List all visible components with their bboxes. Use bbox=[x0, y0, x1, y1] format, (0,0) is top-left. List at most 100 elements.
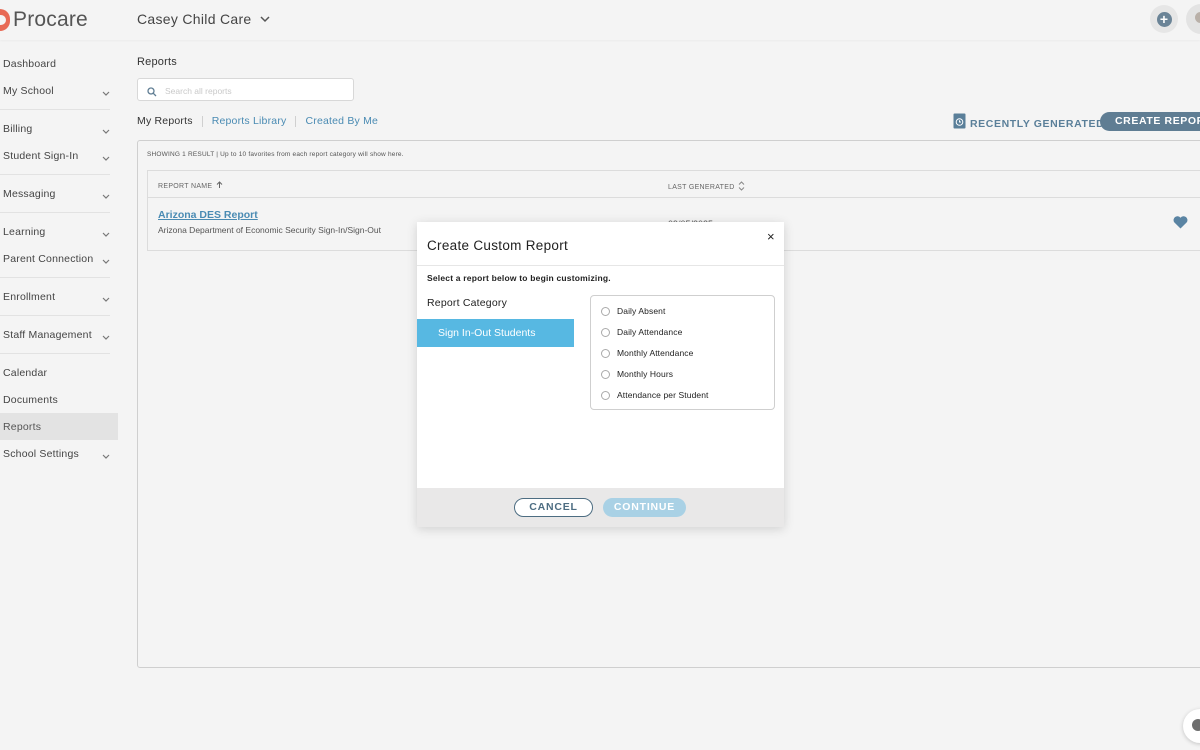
tab-separator bbox=[295, 115, 297, 127]
column-header-label: LAST GENERATED bbox=[668, 183, 735, 191]
tab-separator bbox=[201, 115, 203, 127]
radio-button[interactable] bbox=[601, 390, 610, 400]
sidebar-item-messaging[interactable]: Messaging bbox=[0, 180, 118, 207]
chevron-down-icon bbox=[102, 125, 110, 137]
document-clock-icon bbox=[953, 113, 966, 134]
divider bbox=[0, 315, 110, 316]
sidebar-item-school-settings[interactable]: School Settings bbox=[0, 440, 118, 467]
chevron-down-icon bbox=[102, 450, 110, 462]
option-label: Daily Absent bbox=[617, 306, 666, 316]
sidebar-item-parent-connection[interactable]: Parent Connection bbox=[0, 245, 118, 272]
create-custom-report-modal: Create Custom Report × Select a report b… bbox=[417, 222, 784, 527]
report-description: Arizona Department of Economic Security … bbox=[158, 225, 381, 235]
option-label: Monthly Attendance bbox=[617, 348, 694, 358]
create-report-button[interactable]: CREATE REPORT bbox=[1100, 112, 1200, 131]
search-box[interactable] bbox=[137, 78, 354, 101]
sidebar-item-dashboard[interactable]: Dashboard bbox=[0, 50, 118, 77]
sidebar-item-learning[interactable]: Learning bbox=[0, 218, 118, 245]
sidebar-item-label: Documents bbox=[3, 393, 58, 406]
sidebar-item-enrollment[interactable]: Enrollment bbox=[0, 283, 118, 310]
chat-widget-button[interactable] bbox=[1183, 709, 1200, 743]
close-icon[interactable]: × bbox=[767, 229, 775, 244]
sidebar-item-label: Learning bbox=[3, 225, 46, 238]
option-monthly-attendance[interactable]: Monthly Attendance bbox=[601, 348, 693, 358]
radio-button[interactable] bbox=[601, 369, 610, 379]
column-header-report-name[interactable]: REPORT NAME bbox=[158, 181, 223, 191]
option-daily-attendance[interactable]: Daily Attendance bbox=[601, 327, 682, 337]
table-header: REPORT NAME LAST GENERATED bbox=[147, 170, 1200, 197]
avatar-head-icon bbox=[1195, 12, 1200, 23]
logo-text: Procare bbox=[13, 8, 88, 31]
tab-my-reports[interactable]: My Reports bbox=[137, 115, 193, 127]
sort-arrow-up-icon bbox=[216, 181, 223, 191]
sidebar-item-calendar[interactable]: Calendar bbox=[0, 359, 118, 386]
option-monthly-hours[interactable]: Monthly Hours bbox=[601, 369, 673, 379]
sidebar-item-my-school[interactable]: My School bbox=[0, 77, 118, 104]
divider bbox=[0, 277, 110, 278]
tab-reports-library[interactable]: Reports Library bbox=[212, 115, 287, 127]
logo-mark-icon bbox=[0, 9, 10, 31]
chevron-down-icon bbox=[102, 152, 110, 164]
sidebar-item-documents[interactable]: Documents bbox=[0, 386, 118, 413]
modal-instruction: Select a report below to begin customizi… bbox=[427, 273, 611, 283]
plus-circle-icon: + bbox=[1156, 11, 1172, 27]
results-count-text: SHOWING 1 RESULT | Up to 10 favorites fr… bbox=[147, 151, 404, 158]
school-selector[interactable]: Casey Child Care bbox=[137, 10, 270, 28]
chevron-down-icon bbox=[102, 228, 110, 240]
user-avatar[interactable] bbox=[1186, 4, 1200, 34]
sidebar-item-label: Calendar bbox=[3, 366, 48, 379]
sidebar-item-label: Parent Connection bbox=[3, 252, 94, 265]
sidebar-item-label: Enrollment bbox=[3, 290, 56, 303]
sidebar-item-billing[interactable]: Billing bbox=[0, 115, 118, 142]
divider bbox=[417, 265, 784, 266]
cancel-button[interactable]: CANCEL bbox=[514, 498, 593, 517]
add-button[interactable]: + bbox=[1150, 5, 1178, 33]
school-name: Casey Child Care bbox=[137, 11, 252, 27]
sidebar-item-student-sign-in[interactable]: Student Sign-In bbox=[0, 142, 118, 169]
chevron-down-icon bbox=[102, 255, 110, 267]
divider bbox=[0, 109, 110, 110]
procare-logo[interactable]: Procare bbox=[0, 6, 88, 34]
report-tabs: My Reports Reports Library Created By Me bbox=[137, 115, 378, 127]
option-label: Attendance per Student bbox=[617, 390, 709, 400]
recently-generated-label: RECENTLY GENERATED bbox=[970, 117, 1105, 130]
sidebar-item-reports[interactable]: Reports bbox=[0, 413, 118, 440]
radio-button[interactable] bbox=[601, 327, 610, 337]
option-label: Monthly Hours bbox=[617, 369, 674, 379]
chevron-down-icon bbox=[102, 87, 110, 99]
sidebar-item-label: School Settings bbox=[3, 447, 79, 460]
report-options-list: Daily Absent Daily Attendance Monthly At… bbox=[590, 295, 775, 410]
chat-avatar-icon bbox=[1192, 719, 1200, 731]
heart-icon[interactable] bbox=[1173, 216, 1188, 234]
page-title: Reports bbox=[137, 56, 177, 68]
divider bbox=[0, 212, 110, 213]
chevron-down-icon bbox=[102, 190, 110, 202]
radio-button[interactable] bbox=[601, 348, 610, 358]
search-input[interactable] bbox=[163, 81, 352, 100]
report-name-link[interactable]: Arizona DES Report bbox=[158, 209, 258, 221]
option-daily-absent[interactable]: Daily Absent bbox=[601, 306, 665, 316]
chevron-down-icon bbox=[259, 10, 270, 28]
search-icon bbox=[147, 84, 157, 102]
category-item-sign-in-out-students[interactable]: Sign In-Out Students bbox=[417, 319, 574, 347]
sidebar-item-label: Dashboard bbox=[3, 57, 57, 70]
sidebar-item-label: Messaging bbox=[3, 187, 56, 200]
recently-generated-button[interactable]: RECENTLY GENERATED bbox=[953, 113, 1104, 134]
option-label: Daily Attendance bbox=[617, 327, 683, 337]
column-header-last-generated[interactable]: LAST GENERATED bbox=[668, 181, 745, 193]
option-attendance-per-student[interactable]: Attendance per Student bbox=[601, 390, 709, 400]
column-header-label: REPORT NAME bbox=[158, 182, 213, 190]
sidebar-item-label: Student Sign-In bbox=[3, 149, 79, 162]
sort-toggle-icon bbox=[738, 181, 745, 193]
tab-created-by-me[interactable]: Created By Me bbox=[305, 115, 378, 127]
sidebar-item-label: Staff Management bbox=[3, 328, 92, 341]
divider bbox=[0, 353, 110, 354]
modal-title: Create Custom Report bbox=[427, 238, 569, 253]
sidebar-item-staff-management[interactable]: Staff Management bbox=[0, 321, 118, 348]
continue-button[interactable]: CONTINUE bbox=[603, 498, 686, 517]
sidebar-item-label: My School bbox=[3, 84, 54, 97]
divider bbox=[0, 174, 110, 175]
radio-button[interactable] bbox=[601, 306, 610, 316]
sidebar-item-label: Billing bbox=[3, 122, 33, 135]
sidebar-item-label: Reports bbox=[3, 420, 42, 433]
